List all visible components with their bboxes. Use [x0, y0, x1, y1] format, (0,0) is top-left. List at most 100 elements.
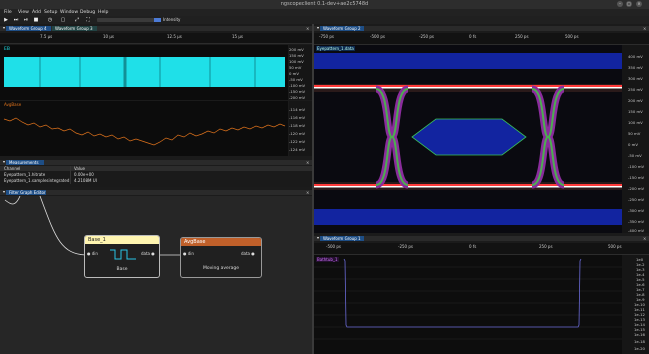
table-cell: Eyepattern_1.hitrate — [4, 172, 46, 177]
time-tick: 0 fs — [469, 244, 477, 249]
node-base[interactable]: Base_1 ● din data ● Base — [84, 235, 160, 278]
axis-label: 1e-16 — [634, 332, 645, 337]
close-button[interactable]: × — [636, 1, 642, 7]
time-tick: 0 fs — [469, 34, 477, 39]
tab-waveform-group-2[interactable]: Waveform Group 2 — [320, 26, 364, 31]
play-icon[interactable]: ▶ — [3, 17, 9, 23]
output-port-data[interactable]: data ● — [241, 251, 255, 256]
axis-label: -150 mV — [289, 89, 306, 94]
avgbase-waveform — [3, 117, 286, 146]
single-trigger-icon[interactable]: ⏭ — [13, 17, 19, 23]
input-port-din[interactable]: ● din — [183, 251, 194, 256]
tab-waveform-group-4[interactable]: Waveform Group 4 — [6, 26, 51, 31]
column-header: Channel — [4, 166, 21, 171]
filter-graph-header: ▾ Filter Graph Editor × — [0, 189, 312, 195]
axis-label: 0 mV — [628, 142, 638, 147]
axis-label: 200 mV — [289, 47, 304, 52]
output-port-data[interactable]: data ● — [141, 251, 155, 256]
time-tick: -500 ps — [370, 34, 385, 39]
time-ruler[interactable]: -750 ps -500 ps -250 ps 0 fs 250 ps 500 … — [314, 33, 649, 45]
input-port-din[interactable]: ● din — [87, 251, 98, 256]
axis-label: -114 mV — [289, 107, 306, 112]
node-caption: Moving average — [202, 266, 240, 271]
intensity-slider[interactable] — [97, 18, 158, 22]
clear-sweeps-icon[interactable]: ▢ — [60, 17, 66, 23]
axis-label: -100 mV — [628, 164, 645, 169]
intensity-checkbox[interactable] — [157, 18, 161, 22]
tab-waveform-group-1[interactable]: Waveform Group 1 — [320, 236, 364, 241]
bathtub-ber-axis[interactable]: 1e0 1e-2 1e-3 1e-4 1e-5 1e-6 1e-7 1e-8 1… — [622, 255, 649, 354]
axis-label: 1e-20 — [634, 346, 645, 351]
axis-label: -150 mV — [628, 175, 645, 180]
force-trigger-icon[interactable]: ⏯ — [23, 17, 29, 23]
time-tick: 12.5 µs — [167, 34, 182, 39]
axis-label: -124 mV — [289, 147, 306, 152]
menu-bar: File View Add Setup Window Debug Help — [0, 9, 649, 16]
eb-waveform — [4, 57, 285, 87]
menu-help[interactable]: Help — [98, 9, 108, 16]
menu-window[interactable]: Window — [60, 9, 78, 16]
time-ruler[interactable]: 7.5 µs 10 µs 12.5 µs 15 µs — [0, 33, 312, 44]
axis-label: 50 mV — [628, 131, 641, 136]
menu-add[interactable]: Add — [32, 9, 41, 16]
table-cell: 0.00e+00 — [74, 172, 94, 177]
time-tick: 250 ps — [539, 244, 553, 249]
eye-diagram — [314, 53, 622, 225]
port-label: data — [241, 251, 251, 256]
axis-label: -200 mV — [628, 186, 645, 191]
port-label: data — [141, 251, 151, 256]
filter-graph-canvas[interactable]: Base_1 ● din data ● Base AvgBase ● din d… — [0, 196, 312, 354]
axis-label: -300 mV — [628, 208, 645, 213]
port-label: din — [187, 251, 194, 256]
eye-voltage-axis[interactable]: 400 mV 350 mV 300 mV 250 mV 200 mV 150 m… — [622, 45, 649, 233]
menu-view[interactable]: View — [18, 9, 29, 16]
close-icon[interactable]: × — [306, 26, 309, 31]
menu-setup[interactable]: Setup — [44, 9, 57, 16]
eb-waveform-area[interactable]: EB — [0, 45, 288, 100]
bathtub-area[interactable]: Bathtub_1 — [314, 255, 622, 354]
tab-filter-graph-editor[interactable]: Filter Graph Editor — [6, 190, 46, 195]
measurements-header-row — [0, 166, 312, 171]
waveform-group-2-header: ▾ Waveform Group 2 × — [314, 25, 649, 31]
avgbase-waveform-area[interactable]: AvgBase — [0, 101, 288, 156]
menu-file[interactable]: File — [4, 9, 12, 16]
time-tick: 500 ps — [565, 34, 579, 39]
minimize-button[interactable]: – — [617, 1, 623, 7]
close-icon[interactable]: × — [306, 190, 309, 195]
port-label: din — [91, 251, 98, 256]
axis-label: 50 mV — [289, 65, 302, 70]
axis-label: -400 mV — [628, 228, 645, 233]
stop-icon[interactable]: ■ — [33, 17, 39, 23]
axis-label: 100 mV — [628, 120, 643, 125]
measurements-header: ▾ Measurements × — [0, 159, 312, 165]
axis-label: -100 mV — [289, 83, 306, 88]
avgbase-voltage-axis[interactable]: -114 mV -116 mV -118 mV -120 mV -122 mV … — [289, 101, 312, 156]
tab-measurements[interactable]: Measurements — [6, 160, 44, 165]
axis-label: 0 mV — [289, 71, 299, 76]
fullscreen-icon[interactable]: ⛶ — [85, 17, 91, 23]
node-caption: Base — [116, 267, 128, 272]
eb-voltage-axis[interactable]: 200 mV 150 mV 100 mV 50 mV 0 mV -50 mV -… — [289, 45, 312, 100]
node-avgbase[interactable]: AvgBase ● din data ● Moving average — [180, 237, 262, 278]
axis-label: 150 mV — [628, 109, 643, 114]
time-tick: 15 µs — [232, 34, 243, 39]
eye-diagram-area[interactable]: Eyepattern_1.data — [314, 45, 622, 233]
close-icon[interactable]: × — [643, 26, 646, 31]
time-tick: 10 µs — [103, 34, 114, 39]
tab-waveform-group-3[interactable]: Waveform Group 3 — [52, 26, 97, 31]
node-title: Base_1 — [85, 236, 159, 244]
measurements-table: Channel Value Eyepattern_1.hitrate 0.00e… — [0, 166, 312, 187]
time-tick: -750 ps — [319, 34, 334, 39]
close-icon[interactable]: × — [306, 160, 309, 165]
maximize-button[interactable]: □ — [626, 1, 632, 7]
axis-label: 150 mV — [289, 53, 304, 58]
close-icon[interactable]: × — [643, 236, 646, 241]
axis-label: -200 mV — [289, 95, 306, 100]
column-divider — [70, 166, 71, 184]
zoom-fit-icon[interactable]: ⤢ — [74, 17, 80, 23]
time-tick: 500 ps — [608, 244, 622, 249]
time-ruler[interactable]: -500 ps -250 ps 0 fs 250 ps 500 ps — [314, 243, 649, 255]
history-icon[interactable]: ◷ — [47, 17, 53, 23]
menu-debug[interactable]: Debug — [80, 9, 95, 16]
axis-label: 350 mV — [628, 65, 643, 70]
